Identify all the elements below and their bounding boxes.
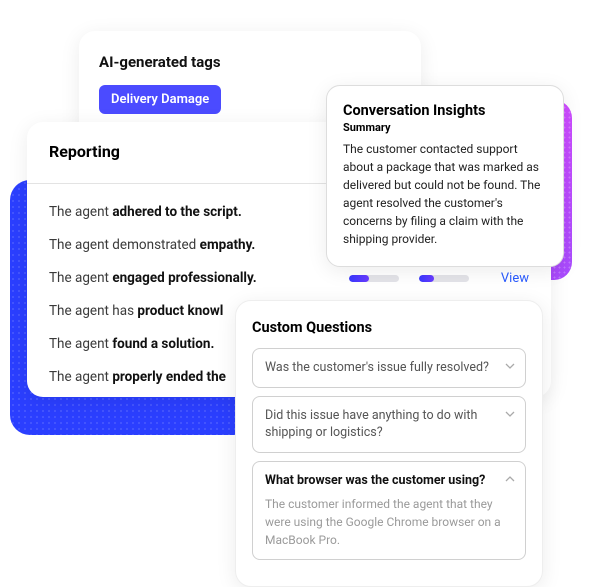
insights-title: Conversation Insights [343,102,547,119]
report-bar-auto [409,275,479,282]
custom-questions-card: Custom Questions Was the customer's issu… [235,300,543,587]
chevron-down-icon [505,361,515,371]
insights-card: Conversation Insights Summary The custom… [326,85,564,267]
report-label: The agent adhered to the script. [49,204,339,220]
question-item[interactable]: What browser was the customer using? The … [252,461,526,561]
question-text: What browser was the customer using? [265,472,513,490]
question-item[interactable]: Did this issue have anything to do with … [252,396,526,453]
custom-questions-title: Custom Questions [252,319,526,336]
chevron-up-icon [505,474,515,484]
report-bar-manual [339,275,409,282]
tag-chip-delivery-damage[interactable]: Delivery Damage [99,85,221,114]
chevron-down-icon [505,409,515,419]
report-label: The agent demonstrated empathy. [49,237,339,253]
question-answer: The customer informed the agent that the… [265,495,513,549]
view-link[interactable]: View [479,271,529,286]
ai-tags-title: AI-generated tags [99,53,401,71]
question-text: Was the customer's issue fully resolved? [265,359,513,377]
insights-body: The customer contacted support about a p… [343,140,547,248]
question-text: Did this issue have anything to do with … [265,407,513,442]
question-item[interactable]: Was the customer's issue fully resolved? [252,348,526,388]
custom-questions-list: Was the customer's issue fully resolved?… [252,348,526,560]
insights-subtitle: Summary [343,121,547,134]
report-label: The agent engaged professionally. [49,270,339,286]
